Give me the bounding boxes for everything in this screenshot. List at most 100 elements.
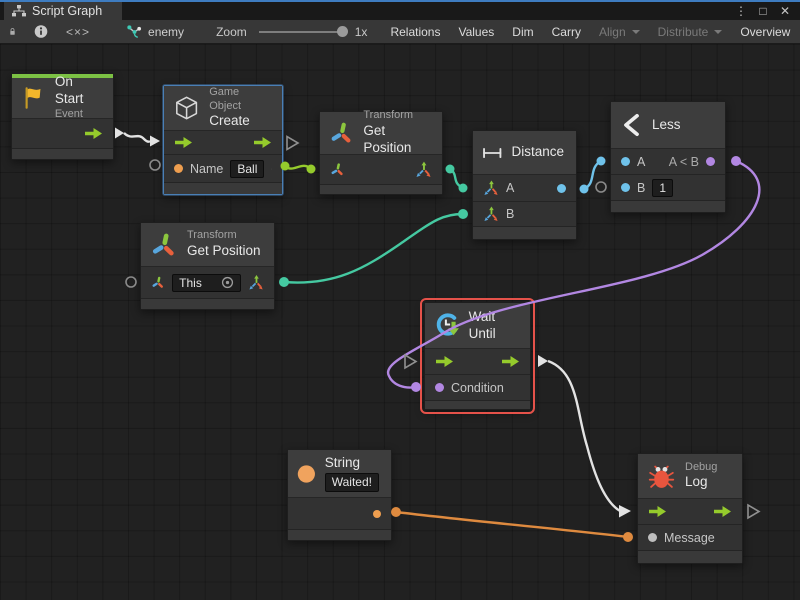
node-title: Less [652, 117, 681, 134]
node-less[interactable]: Less A A < B B 1 [610, 101, 726, 213]
info-button[interactable] [25, 20, 57, 43]
vector3-output-icon[interactable] [415, 161, 432, 178]
script-graph-window: Script Graph ⋮ □ ✕ <×> enemy Zoom 1x [0, 0, 800, 600]
port-dot-name-input[interactable] [174, 164, 183, 173]
unconnected-port-circle[interactable] [126, 277, 136, 287]
name-value-input[interactable]: Ball [230, 160, 264, 178]
control-output-arrow-icon[interactable] [84, 127, 103, 140]
graph-canvas[interactable]: On Start Event Game Object Create [0, 44, 800, 600]
zoom-label: Zoom [216, 25, 247, 39]
overview-button[interactable]: Overview [731, 20, 799, 43]
align-dropdown[interactable]: Align [590, 20, 649, 43]
graph-name: enemy [148, 25, 184, 39]
vector3-input-icon[interactable] [483, 180, 499, 196]
string-value-input[interactable]: Waited! [325, 473, 379, 492]
graph-breadcrumb[interactable]: enemy [121, 20, 190, 43]
connection-wait-until-to-debug-log[interactable] [548, 361, 620, 511]
toolbar: <×> enemy Zoom 1x Relations Values Dim C… [0, 20, 800, 44]
node-footer [638, 551, 742, 563]
control-input-arrow-icon[interactable] [435, 355, 454, 368]
node-on-start-event[interactable]: On Start Event [11, 73, 114, 160]
connection-get-position-self-to-distance-b[interactable] [284, 214, 463, 283]
port-dot-value-output[interactable] [373, 510, 381, 518]
port-dot-result-output[interactable] [706, 157, 715, 166]
control-output-arrow-icon[interactable] [713, 505, 732, 518]
node-category: Transform [363, 109, 430, 123]
connection-endpoint [391, 507, 401, 517]
target-object-input[interactable]: This [172, 274, 241, 292]
script-graph-asset-icon [127, 25, 142, 39]
dim-button[interactable]: Dim [503, 20, 542, 43]
connection-endpoint [459, 184, 468, 193]
distance-icon [482, 145, 502, 161]
vector3-input-icon[interactable] [483, 206, 499, 222]
vector3-output-icon[interactable] [248, 274, 264, 291]
connection-endpoint [580, 185, 589, 194]
node-create-game-object[interactable]: Game Object Create Name Ball [163, 85, 283, 195]
control-input-arrow-icon[interactable] [648, 505, 667, 518]
connection-endpoint [731, 156, 741, 166]
transform-input-icon[interactable] [330, 162, 345, 177]
port-dot-a-input[interactable] [621, 157, 630, 166]
port-label-name: Name [190, 162, 223, 176]
connection-on-start-to-create[interactable] [124, 133, 150, 142]
port-label-a: A [637, 155, 645, 169]
menu-kebab-icon[interactable]: ⋮ [732, 3, 750, 19]
zoom-slider-handle[interactable] [337, 26, 348, 37]
port-label-message: Message [664, 531, 715, 545]
less-than-icon [620, 113, 643, 137]
tab-bar: Script Graph ⋮ □ ✕ [0, 0, 800, 20]
node-footer [425, 401, 530, 409]
port-dot-condition-input[interactable] [435, 383, 444, 392]
transform-icon [150, 231, 178, 259]
node-title: Log [685, 474, 717, 491]
carry-button[interactable]: Carry [543, 20, 590, 43]
distribute-dropdown[interactable]: Distribute [649, 20, 732, 43]
control-output-arrow-icon[interactable] [501, 355, 520, 368]
port-dot-b-input[interactable] [621, 183, 630, 192]
values-button[interactable]: Values [449, 20, 503, 43]
b-value-input[interactable]: 1 [652, 179, 673, 197]
node-debug-log[interactable]: Debug Log Message [637, 453, 743, 564]
connection-endpoint [411, 382, 421, 392]
unconnected-control-port-triangle[interactable] [748, 505, 759, 518]
port-dot-message-input[interactable] [648, 533, 657, 542]
game-object-output-icon[interactable] [271, 161, 272, 177]
connection-string-to-debug-log-message[interactable] [396, 512, 628, 537]
unconnected-port-circle[interactable] [596, 182, 606, 192]
connection-endpoint [307, 165, 316, 174]
connection-arrowhead [619, 505, 631, 518]
port-dot-result-output[interactable] [557, 184, 566, 193]
node-footer [288, 530, 391, 540]
unconnected-port-circle[interactable] [150, 160, 160, 170]
node-string-literal[interactable]: String Waited! [287, 449, 392, 541]
tab-script-graph[interactable]: Script Graph [4, 2, 122, 20]
unconnected-control-port-triangle[interactable] [405, 355, 416, 368]
node-title: Create [209, 113, 270, 130]
node-distance[interactable]: Distance A B [472, 130, 577, 240]
cube-icon [173, 93, 200, 123]
relations-button[interactable]: Relations [381, 20, 449, 43]
connection-arrowhead [150, 136, 160, 147]
connection-start-marker [538, 355, 548, 367]
transform-input-icon[interactable] [151, 275, 165, 290]
zoom-value: 1x [355, 25, 368, 39]
control-input-arrow-icon[interactable] [174, 136, 193, 149]
close-icon[interactable]: ✕ [776, 3, 794, 19]
object-selector-icon[interactable] [221, 276, 234, 289]
maximize-icon[interactable]: □ [754, 3, 772, 19]
port-label-b: B [506, 207, 514, 221]
node-get-position-self[interactable]: Transform Get Position This [140, 222, 275, 310]
control-output-arrow-icon[interactable] [253, 136, 272, 149]
lock-button[interactable] [0, 20, 25, 43]
code-view-button[interactable]: <×> [57, 20, 99, 43]
zoom-slider[interactable] [259, 31, 343, 33]
unconnected-control-port-triangle[interactable] [287, 137, 298, 150]
tab-title: Script Graph [32, 4, 102, 18]
transform-icon [329, 119, 354, 147]
connection-distance-to-less-a[interactable] [584, 161, 601, 189]
flag-icon [21, 83, 46, 113]
node-get-position-enemy[interactable]: Transform Get Position [319, 111, 443, 195]
target-value: This [179, 276, 202, 290]
connection-endpoint [458, 209, 468, 219]
